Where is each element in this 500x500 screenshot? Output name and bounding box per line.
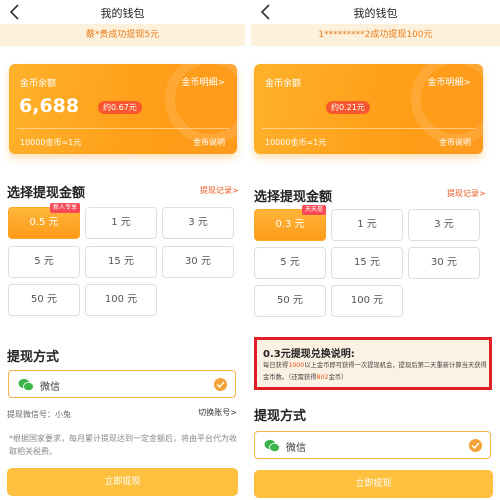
tax-note: *根据国家要求，每月累计提现达到一定金额后，将由平台代为收取相关税费。 [9, 434, 237, 456]
card-divider [262, 128, 475, 129]
wechat-method-option[interactable]: 微信 [254, 431, 491, 459]
top-bar: 我的钱包 [0, 0, 245, 24]
amount-option[interactable]: 3 元 [408, 209, 480, 241]
wechat-account-label: 提现微信号：小兔 [7, 410, 71, 419]
withdraw-notice-bar: 1*********2成功提现100元 [251, 24, 500, 46]
amount-option[interactable]: 1 元 [331, 209, 403, 241]
rule-explanation-box: 0.3元提现兑换说明: 每日获得1000以上金币即可获得一次提现机会，提现后第二… [254, 337, 492, 390]
amount-option[interactable]: 5 元 [254, 247, 326, 279]
amount-option[interactable]: 1 元 [85, 207, 157, 239]
page-title: 我的钱包 [353, 7, 398, 20]
check-icon [214, 378, 227, 391]
amount-option[interactable]: 100 元 [85, 284, 157, 316]
wechat-method-option[interactable]: 微信 [8, 370, 236, 398]
exchange-rate: 10000金币=1元 [20, 138, 82, 147]
amount-option[interactable]: 50 元 [254, 285, 326, 317]
withdraw-record-link[interactable]: 提现记录> [200, 185, 239, 196]
amount-option[interactable]: 0.3 元 天天提 [254, 205, 326, 241]
approx-value-badge: 约0.21元 [326, 101, 370, 114]
coin-balance-label: 金币余额 [20, 79, 57, 89]
top-bar: 我的钱包 [251, 0, 500, 24]
select-amount-title: 选择提现金额 [254, 190, 333, 205]
card-divider [17, 128, 229, 129]
daily-withdraw-tag: 天天提 [301, 205, 326, 215]
switch-account-link[interactable]: 切换账号> [198, 407, 237, 418]
coin-detail-link[interactable]: 金币明细> [427, 75, 471, 88]
withdraw-now-button[interactable]: 立即提现 [254, 470, 493, 498]
wallet-screen-left: 我的钱包 蔡*贵成功提现5元 金币余额 金币明细> 6,688 约0.67元 1… [0, 0, 245, 500]
select-amount-title: 选择提现金额 [7, 186, 86, 201]
new-user-tag: 新人专享 [49, 203, 80, 213]
withdraw-now-button[interactable]: 立即提现 [7, 468, 238, 496]
amount-option[interactable]: 15 元 [85, 246, 157, 278]
rule-text: 每日获得1000以上金币即可获得一次提现机会，提现后第二天重新计算当天获得金币数… [263, 362, 487, 381]
withdraw-method-title: 提现方式 [254, 409, 307, 424]
amount-option[interactable]: 5 元 [8, 246, 80, 278]
coin-balance-card: 金币余额 金币明细> 约0.21元 10000金币=1元 金币说明 [254, 64, 483, 154]
wechat-icon [264, 438, 280, 453]
coin-detail-link[interactable]: 金币明细> [181, 75, 225, 88]
approx-value-badge: 约0.67元 [98, 101, 142, 114]
coin-explain-link[interactable]: 金币说明 [193, 137, 225, 148]
page-title: 我的钱包 [100, 7, 145, 20]
wechat-label: 微信 [40, 382, 60, 393]
coin-explain-link[interactable]: 金币说明 [439, 137, 471, 148]
amount-option[interactable]: 3 元 [162, 207, 234, 239]
amount-option[interactable]: 50 元 [8, 284, 80, 316]
withdraw-record-link[interactable]: 提现记录> [447, 188, 486, 199]
check-icon [469, 439, 482, 452]
wallet-screen-right: 我的钱包 1*********2成功提现100元 金币余额 金币明细> 约0.2… [251, 0, 500, 500]
amount-option[interactable]: 30 元 [408, 247, 480, 279]
withdraw-method-title: 提现方式 [7, 350, 60, 365]
amount-option-label: 0.5 元 [29, 217, 59, 228]
rule-title: 0.3元提现兑换说明: [263, 349, 355, 360]
withdraw-notice-bar: 蔡*贵成功提现5元 [0, 24, 245, 46]
coin-balance-label: 金币余额 [265, 79, 302, 89]
wechat-icon [18, 377, 34, 392]
amount-option[interactable]: 30 元 [162, 246, 234, 278]
amount-option[interactable]: 15 元 [331, 247, 403, 279]
amount-option-label: 0.3 元 [275, 219, 305, 230]
amount-option[interactable]: 0.5 元 新人专享 [8, 203, 80, 239]
coin-balance-value: 6,688 [19, 95, 80, 117]
coin-balance-card: 金币余额 金币明细> 6,688 约0.67元 10000金币=1元 金币说明 [9, 64, 237, 154]
wechat-label: 微信 [286, 443, 306, 454]
amount-option[interactable]: 100 元 [331, 285, 403, 317]
exchange-rate: 10000金币=1元 [265, 138, 327, 147]
